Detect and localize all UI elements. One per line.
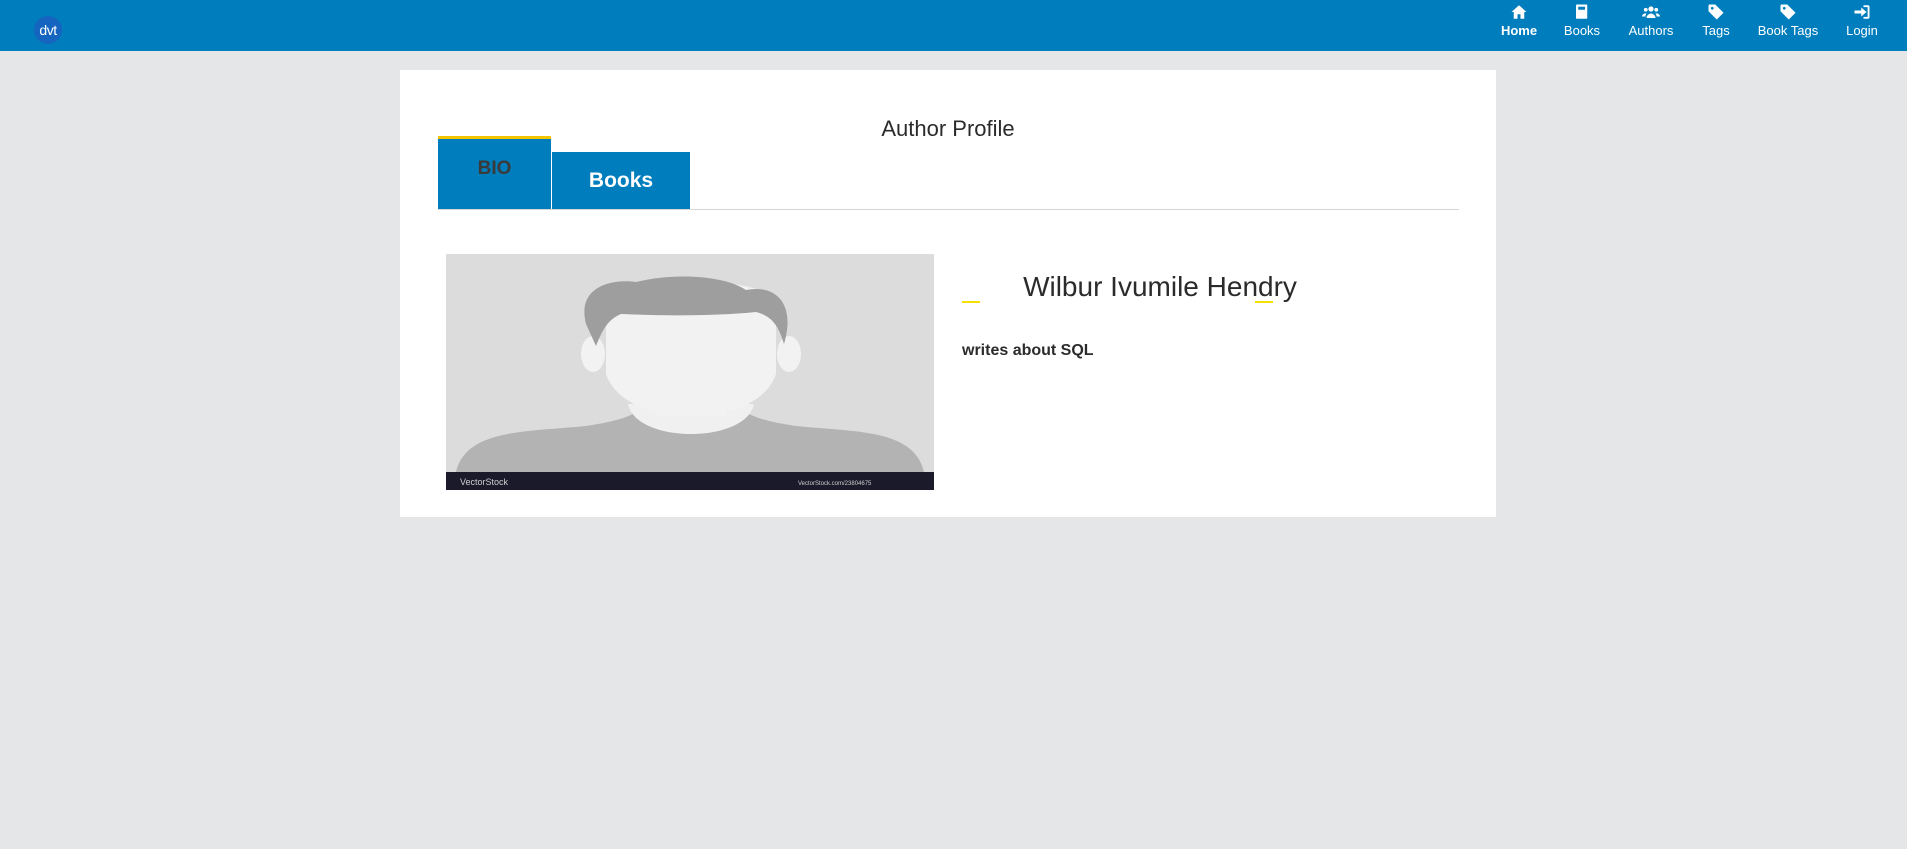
login-icon bbox=[1854, 5, 1870, 19]
tab-bio[interactable]: BIO bbox=[438, 136, 551, 209]
nav-books-label: Books bbox=[1563, 23, 1601, 38]
name-left-dash bbox=[962, 301, 980, 303]
author-name: Wilbur Ivumile Hendry bbox=[1023, 271, 1297, 302]
nav-tags[interactable]: Tags bbox=[1700, 3, 1732, 47]
book-icon bbox=[1576, 4, 1588, 19]
nav-book-tags[interactable]: Book Tags bbox=[1756, 3, 1820, 47]
tabs-divider bbox=[438, 209, 1459, 210]
nav-books[interactable]: Books bbox=[1563, 3, 1601, 47]
author-portrait: VectorStock VectorStock.com/23804675 bbox=[446, 254, 934, 490]
author-tagline: writes about SQL bbox=[962, 342, 1094, 359]
watermark-right: VectorStock.com/23804675 bbox=[798, 481, 872, 487]
avatar-placeholder-icon: VectorStock VectorStock.com/23804675 bbox=[446, 254, 934, 490]
watermark-left: VectorStock bbox=[460, 477, 509, 487]
nav-authors[interactable]: Authors bbox=[1627, 3, 1675, 47]
dvt-logo[interactable]: dvt bbox=[34, 16, 62, 44]
top-navbar: dvt Home Books Authors Tags Book Tags Lo… bbox=[0, 0, 1907, 51]
tab-books[interactable]: Books bbox=[552, 152, 690, 209]
nav-tags-label: Tags bbox=[1702, 23, 1730, 38]
tag-icon bbox=[1708, 4, 1724, 20]
nav-home-label: Home bbox=[1500, 23, 1538, 38]
tag-icon bbox=[1780, 4, 1796, 20]
home-icon bbox=[1511, 5, 1527, 19]
nav-authors-label: Authors bbox=[1628, 23, 1674, 38]
author-profile-card: Author Profile BIO Books VectorStock Vec… bbox=[400, 70, 1496, 517]
page-title: Author Profile bbox=[881, 116, 1015, 141]
nav-home[interactable]: Home bbox=[1500, 3, 1538, 47]
tab-books-label: Books bbox=[588, 168, 654, 192]
nav-login-label: Login bbox=[1846, 23, 1878, 38]
name-right-dash bbox=[1255, 301, 1273, 303]
nav-book-tags-label: Book Tags bbox=[1757, 23, 1819, 38]
nav-login[interactable]: Login bbox=[1844, 3, 1880, 47]
users-icon bbox=[1642, 6, 1660, 18]
tab-bio-label: BIO bbox=[477, 158, 512, 179]
